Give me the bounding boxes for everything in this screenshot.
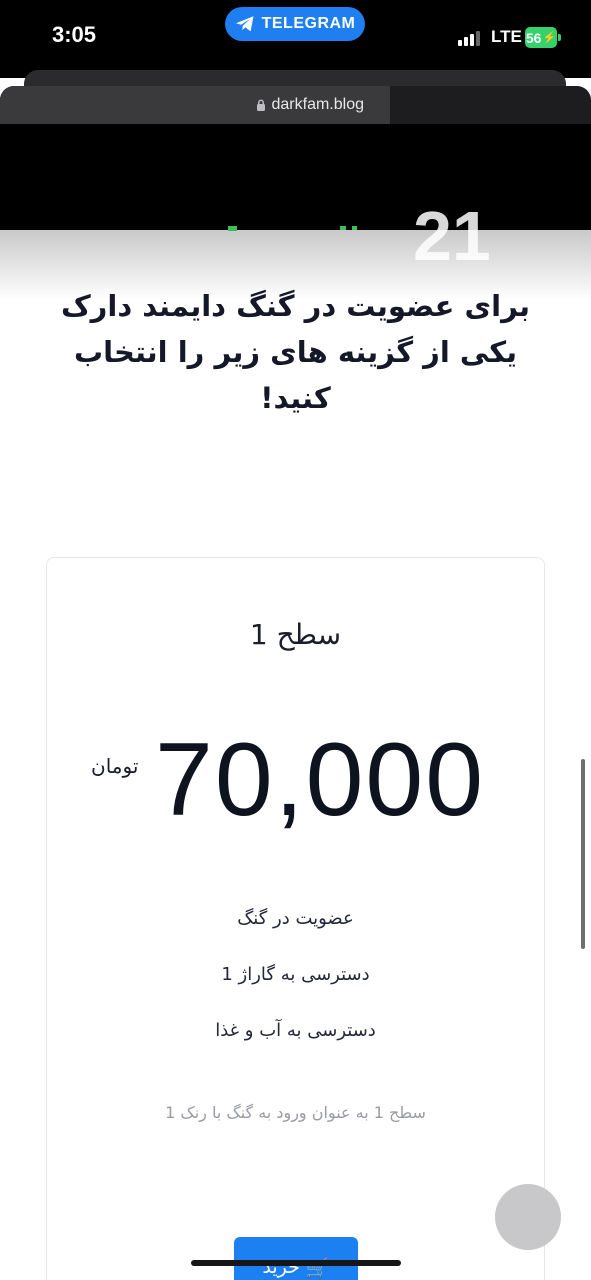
page-scrollbar[interactable]: [581, 759, 585, 949]
cart-icon: 🛒: [305, 1256, 330, 1279]
plan-title: سطح 1: [249, 618, 342, 651]
battery-icon: 56 ⚡: [525, 27, 557, 48]
buy-button[interactable]: 🛒 خرید: [234, 1237, 358, 1280]
browser-overlay-band: [0, 124, 591, 230]
url-domain: darkfam.blog: [271, 96, 365, 113]
battery-tip: [558, 34, 561, 41]
plan-feature: عضویت در گنگ: [237, 908, 354, 929]
back-to-telegram-label: TELEGRAM: [261, 15, 356, 32]
cellular-signal-icon: [458, 30, 480, 46]
plan-feature: دسترسی به گاراژ 1: [221, 964, 370, 985]
page-headline: برای عضویت در گنگ دایمند دارک یکی از گزی…: [60, 289, 530, 415]
pricing-card: سطح 1 تومان 70,000 عضویت در گنگ دسترسی ب…: [46, 557, 545, 1280]
plan-note: سطح 1 به عنوان ورود به گنگ با رنک 1: [165, 1103, 426, 1122]
status-bar: 3:05 TELEGRAM LTE 56 ⚡: [0, 0, 591, 78]
lock-icon: [256, 99, 265, 111]
floating-action-button[interactable]: [495, 1184, 561, 1250]
network-type: LTE: [491, 27, 522, 46]
plan-price: 70,000: [155, 722, 486, 838]
decorative-green-marks: [228, 226, 357, 231]
back-to-telegram-pill[interactable]: TELEGRAM: [225, 7, 365, 41]
browser-address-bar: darkfam.blog: [0, 86, 591, 124]
charging-bolt-icon: ⚡: [542, 32, 557, 44]
battery-level: 56: [525, 29, 542, 46]
status-time: 3:05: [52, 22, 97, 47]
hero-numeral: 21: [413, 197, 491, 275]
url-field[interactable]: darkfam.blog: [0, 86, 390, 124]
telegram-icon: [235, 16, 254, 32]
home-indicator[interactable]: [191, 1260, 401, 1266]
plan-feature: دسترسی به آب و غذا: [215, 1020, 376, 1041]
price-currency: تومان: [91, 754, 139, 778]
